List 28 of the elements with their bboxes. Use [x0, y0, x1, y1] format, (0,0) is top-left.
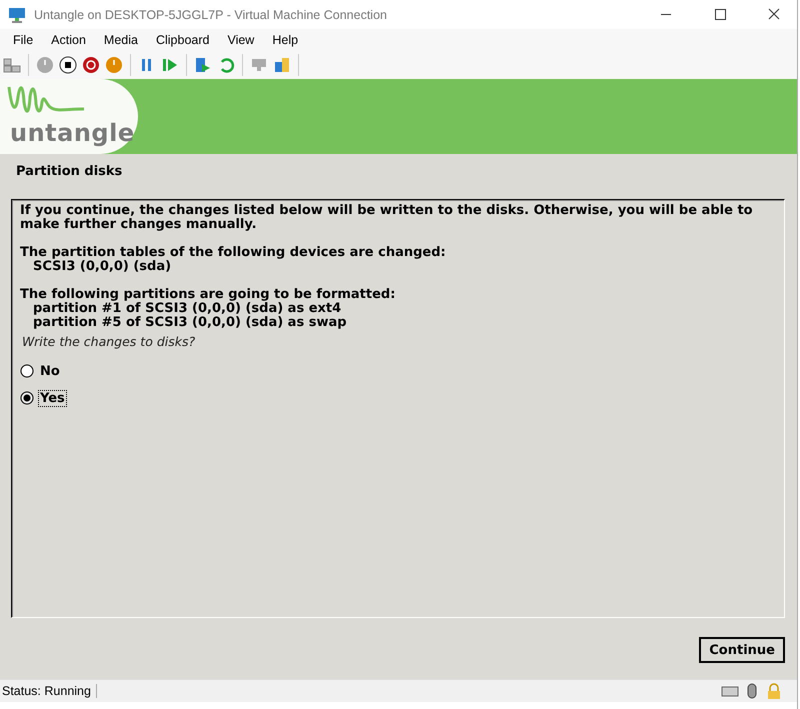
menu-item[interactable]: Media [94, 33, 147, 47]
option-label[interactable]: No [38, 362, 62, 380]
paragraph-text: The following partitions are going to be formatted: [20, 288, 396, 302]
logo-text: untangle [10, 120, 136, 146]
question-text: Write the changes to disks? [22, 334, 196, 349]
window-title: Untangle on DESKTOP-5JGGL7P - Virtual Machine Connection [34, 8, 388, 22]
option-label[interactable]: Yes [38, 390, 67, 406]
windows-icon[interactable] [3, 56, 21, 74]
menu-item[interactable]: File [4, 33, 42, 47]
paragraph-text: If you continue, the changes listed below will be written to the disks. Otherwise, you will be able to make further changes manually. [20, 204, 754, 232]
step-title: Partition disks [16, 164, 124, 179]
list-item: partition #1 of SCSI3 (0,0,0) (sda) as ext4 [32, 302, 342, 316]
continue-button[interactable]: Continue [699, 637, 785, 663]
menu-item[interactable]: Action [42, 33, 95, 47]
stop-icon[interactable] [59, 56, 77, 74]
menu-item[interactable]: Clipboard [146, 33, 218, 47]
lock-icon [765, 683, 783, 699]
list-item: partition #5 of SCSI3 (0,0,0) (sda) as swap [32, 316, 348, 330]
radio-button[interactable] [20, 391, 34, 405]
play-icon[interactable] [161, 56, 179, 74]
paragraph-text: The partition tables of the following devices are changed: [20, 246, 447, 260]
list-item: SCSI3 (0,0,0) (sda) [32, 260, 172, 274]
status-text: Status: Running [0, 684, 97, 698]
radio-button[interactable] [20, 364, 34, 378]
monitor-icon [8, 6, 26, 22]
menu-item[interactable]: Help [263, 33, 308, 47]
power-icon[interactable] [82, 56, 100, 74]
menu-item[interactable]: View [218, 33, 264, 47]
